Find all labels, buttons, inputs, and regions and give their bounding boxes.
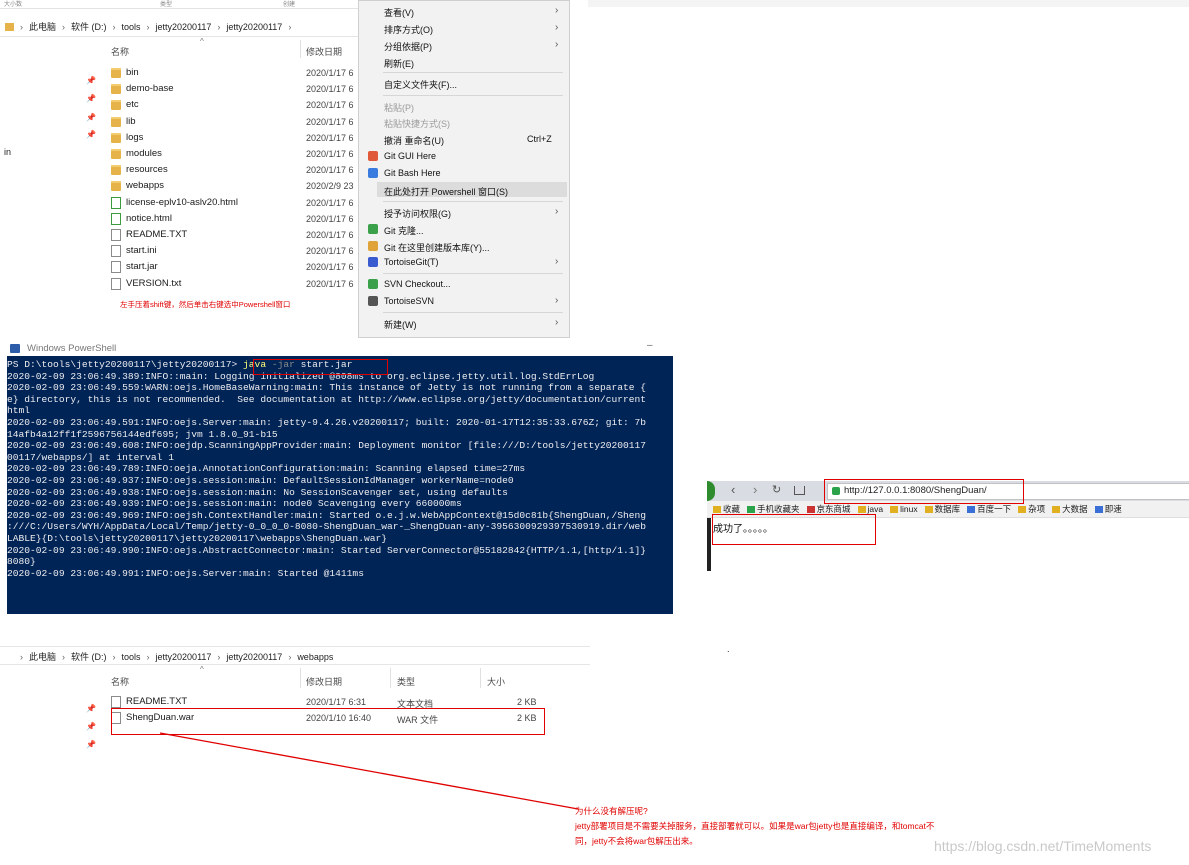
- annotation-arrow: [159, 732, 579, 810]
- annotation-question: 为什么没有解压呢?: [575, 806, 648, 816]
- annotation-explanation: jetty部署项目是不需要关掉服务，直接部署就可以。如果是war包jetty也是…: [575, 821, 935, 831]
- watermark: https://blog.csdn.net/TimeMoments: [934, 838, 1152, 854]
- annotation-explanation: 同，jetty不会将war包解压出来。: [575, 836, 698, 846]
- annotation-block: 为什么没有解压呢? jetty部署项目是不需要关掉服务，直接部署就可以。如果是w…: [575, 804, 934, 849]
